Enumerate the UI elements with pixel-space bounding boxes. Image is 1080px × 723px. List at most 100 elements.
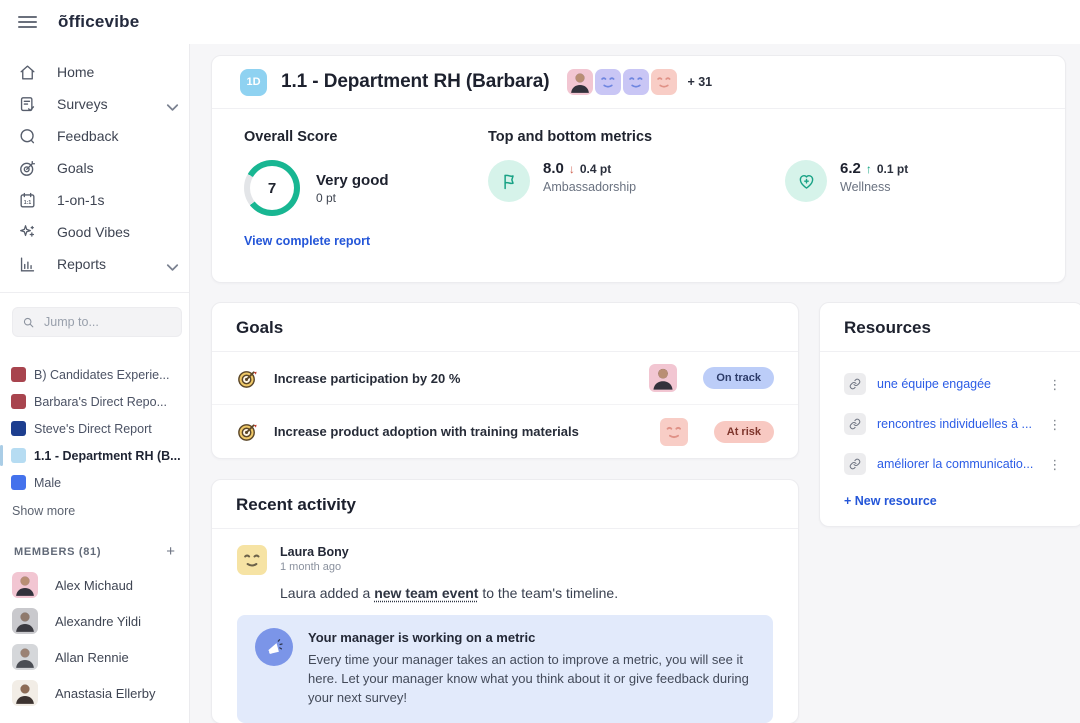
sidebar-item-surveys[interactable]: Surveys (0, 88, 189, 120)
sidebar-item-1-on-1s[interactable]: 1:1 1-on-1s (0, 184, 189, 216)
overall-score-heading: Overall Score (244, 129, 488, 145)
resources-title: Resources (844, 318, 1059, 338)
new-resource-button[interactable]: + New resource (844, 494, 937, 508)
metric-value: 6.2 (840, 160, 861, 177)
segment-color-swatch (11, 394, 26, 409)
sidebar-divider (0, 292, 189, 293)
sidebar-item-feedback[interactable]: Feedback (0, 120, 189, 152)
activity-author: Laura Bony (280, 545, 349, 559)
segment-item[interactable]: B) Candidates Experie... (0, 361, 189, 388)
segment-label: Barbara's Direct Repo... (34, 395, 167, 409)
show-more-link[interactable]: Show more (0, 496, 189, 518)
goal-text: Increase participation by 20 % (274, 371, 460, 386)
top-bar: õfficevibe (0, 0, 1080, 44)
officevibe-logo: õfficevibe (58, 12, 139, 32)
avatar (567, 69, 593, 95)
member-row[interactable]: Alexandre Yildi (0, 603, 189, 639)
avatar (595, 69, 621, 95)
avatar (12, 644, 38, 670)
kebab-menu-icon[interactable]: ⋮ (1044, 456, 1065, 473)
callout-body: Every time your manager takes an action … (308, 651, 755, 708)
team-summary-card: 1D 1.1 - Department RH (Barbara) + 31 Ov… (211, 55, 1066, 283)
avatar (237, 545, 267, 575)
page-title: 1.1 - Department RH (Barbara) (281, 71, 549, 93)
status-badge-on-track: On track (703, 367, 774, 389)
goal-target-icon (236, 367, 259, 390)
callout-title: Your manager is working on a metric (308, 630, 755, 645)
segment-item[interactable]: Male (0, 469, 189, 496)
jump-to-search[interactable] (12, 307, 182, 337)
goals-card: Goals Increase participation by 20 % On … (211, 302, 799, 459)
resource-item[interactable]: améliorer la communicatio... ⋮ (844, 444, 1065, 484)
surveys-icon (18, 95, 37, 114)
one-on-ones-icon: 1:1 (18, 191, 37, 210)
good-vibes-icon (18, 223, 37, 242)
score-value: 7 (250, 166, 294, 210)
link-icon (844, 413, 866, 435)
recent-activity-card: Recent activity Laura Bony 1 month ago L… (211, 479, 799, 723)
reports-icon (18, 255, 37, 274)
flag-icon (488, 160, 530, 202)
search-icon (22, 316, 35, 329)
segment-item-selected[interactable]: 1.1 - Department RH (B... (0, 442, 189, 469)
metric-ambassadorship[interactable]: 8.0 ↓ 0.4 pt Ambassadorship (488, 160, 785, 202)
score-delta: 0 pt (316, 191, 389, 205)
svg-text:1:1: 1:1 (24, 200, 32, 206)
metrics-heading: Top and bottom metrics (488, 129, 1080, 145)
hamburger-menu-icon[interactable] (18, 16, 37, 28)
wellness-heart-icon (785, 160, 827, 202)
sidebar-item-home[interactable]: Home (0, 56, 189, 88)
kebab-menu-icon[interactable]: ⋮ (1044, 416, 1065, 433)
sidebar-item-label: 1-on-1s (57, 192, 104, 208)
sidebar-item-reports[interactable]: Reports (0, 248, 189, 280)
manager-metric-callout: Your manager is working on a metric Ever… (237, 615, 773, 723)
avatar (12, 572, 38, 598)
member-row[interactable]: Alex Michaud (0, 567, 189, 603)
sidebar-item-label: Reports (57, 256, 106, 272)
segment-label: B) Candidates Experie... (34, 368, 170, 382)
new-team-event-link[interactable]: new team event (374, 585, 478, 601)
link-icon (844, 373, 866, 395)
team-avatar-stack[interactable] (567, 69, 677, 95)
view-complete-report-link[interactable]: View complete report (244, 234, 370, 248)
segment-item[interactable]: Steve's Direct Report (0, 415, 189, 442)
activity-entry: Laura Bony 1 month ago Laura added a new… (212, 529, 798, 723)
members-header: MEMBERS (81) (14, 546, 101, 558)
goals-icon (18, 159, 37, 178)
metric-delta: 0.4 pt (580, 162, 611, 176)
resource-link[interactable]: améliorer la communicatio... (877, 457, 1033, 471)
score-label: Very good (316, 172, 389, 189)
sidebar-item-label: Goals (57, 160, 94, 176)
more-members-count[interactable]: + 31 (687, 75, 712, 89)
goals-title: Goals (236, 318, 774, 338)
kebab-menu-icon[interactable]: ⋮ (1044, 376, 1065, 393)
segment-color-swatch (11, 475, 26, 490)
member-name: Allan Rennie (55, 650, 129, 665)
resource-item[interactable]: une équipe engagée ⋮ (844, 364, 1065, 404)
metric-delta: 0.1 pt (877, 162, 908, 176)
resource-link[interactable]: une équipe engagée (877, 377, 991, 391)
add-member-button[interactable]: + (166, 544, 175, 559)
sidebar-item-label: Surveys (57, 96, 108, 112)
segment-item[interactable]: Barbara's Direct Repo... (0, 388, 189, 415)
main-content: 1D 1.1 - Department RH (Barbara) + 31 Ov… (190, 44, 1080, 723)
segment-color-swatch (11, 421, 26, 436)
member-name: Alexandre Yildi (55, 614, 141, 629)
score-ring: 7 (244, 160, 300, 216)
resource-link[interactable]: rencontres individuelles à ... (877, 417, 1032, 431)
segment-label: 1.1 - Department RH (B... (34, 449, 181, 463)
goal-row[interactable]: Increase participation by 20 % On track (212, 352, 798, 405)
sidebar-item-goals[interactable]: Goals (0, 152, 189, 184)
sidebar-item-good-vibes[interactable]: Good Vibes (0, 216, 189, 248)
resource-item[interactable]: rencontres individuelles à ... ⋮ (844, 404, 1065, 444)
metric-wellness[interactable]: 6.2 ↑ 0.1 pt Wellness (785, 160, 1080, 202)
activity-text: Laura added a new team event to the team… (280, 585, 773, 601)
member-row[interactable]: Anastasia Ellerby (0, 675, 189, 711)
jump-to-input[interactable] (44, 315, 164, 329)
activity-timestamp: 1 month ago (280, 561, 349, 573)
chevron-down-icon[interactable] (163, 258, 175, 270)
member-row[interactable]: Allan Rennie (0, 639, 189, 675)
goal-row[interactable]: Increase product adoption with training … (212, 405, 798, 458)
arrow-up-icon: ↑ (866, 162, 872, 176)
chevron-down-icon[interactable] (163, 98, 175, 110)
